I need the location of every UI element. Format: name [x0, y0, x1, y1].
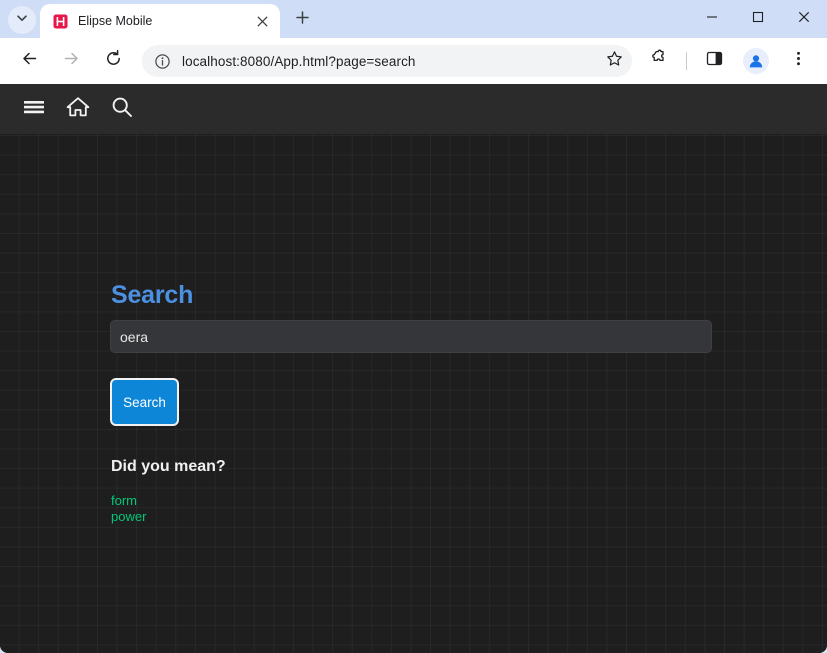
- page-content: Search Search Did you mean? form power: [0, 134, 827, 653]
- reload-icon: [104, 49, 123, 73]
- profile-button[interactable]: [740, 45, 772, 77]
- arrow-left-icon: [20, 49, 39, 73]
- browser-toolbar: localhost:8080/App.html?page=search: [0, 38, 827, 84]
- tab-search-button[interactable]: [8, 6, 36, 34]
- tab-close-button[interactable]: [252, 11, 272, 31]
- reload-button[interactable]: [97, 45, 129, 77]
- browser-menu-button[interactable]: [782, 45, 814, 77]
- close-icon: [798, 10, 810, 28]
- maximize-icon: [752, 10, 764, 28]
- three-dot-menu-icon: [790, 50, 807, 72]
- bookmark-button[interactable]: [600, 47, 628, 75]
- tab-title: Elipse Mobile: [78, 14, 252, 28]
- profile-avatar-icon: [743, 48, 769, 74]
- browser-window: Elipse Mobile: [0, 0, 827, 653]
- menu-button[interactable]: [12, 87, 56, 131]
- did-you-mean-title: Did you mean?: [111, 458, 226, 476]
- info-circle-icon[interactable]: [152, 51, 172, 71]
- maximize-button[interactable]: [735, 3, 781, 35]
- arrow-right-icon: [62, 49, 81, 73]
- page-viewport: Search Search Did you mean? form power: [0, 84, 827, 653]
- forward-button[interactable]: [55, 45, 87, 77]
- side-panel-icon: [706, 50, 723, 72]
- url-text: localhost:8080/App.html?page=search: [182, 54, 600, 69]
- app-header: [0, 84, 827, 134]
- search-submit-button[interactable]: Search: [110, 378, 179, 426]
- search-button-header[interactable]: [100, 87, 144, 131]
- search-icon: [109, 94, 135, 125]
- did-you-mean-list: form power: [111, 493, 146, 525]
- elipse-favicon: [52, 13, 68, 29]
- extensions-button[interactable]: [643, 45, 675, 77]
- star-icon: [606, 50, 623, 72]
- back-button[interactable]: [13, 45, 45, 77]
- suggestion-link[interactable]: power: [111, 509, 146, 525]
- page-title: Search: [111, 281, 193, 310]
- search-input[interactable]: [110, 320, 712, 353]
- suggestion-link[interactable]: form: [111, 493, 146, 509]
- plus-icon: [295, 10, 310, 30]
- chevron-down-icon: [15, 11, 29, 30]
- minimize-icon: [706, 10, 718, 28]
- new-tab-button[interactable]: [288, 6, 316, 34]
- home-icon: [65, 94, 91, 125]
- close-window-button[interactable]: [781, 3, 827, 35]
- side-panel-button[interactable]: [698, 45, 730, 77]
- address-bar[interactable]: localhost:8080/App.html?page=search: [142, 45, 632, 77]
- minimize-button[interactable]: [689, 3, 735, 35]
- puzzle-piece-icon: [650, 49, 669, 73]
- home-button[interactable]: [56, 87, 100, 131]
- browser-tab[interactable]: Elipse Mobile: [40, 4, 280, 38]
- title-bar: Elipse Mobile: [0, 0, 827, 38]
- window-controls: [689, 0, 827, 38]
- hamburger-menu-icon: [21, 94, 47, 125]
- toolbar-divider: [686, 52, 687, 70]
